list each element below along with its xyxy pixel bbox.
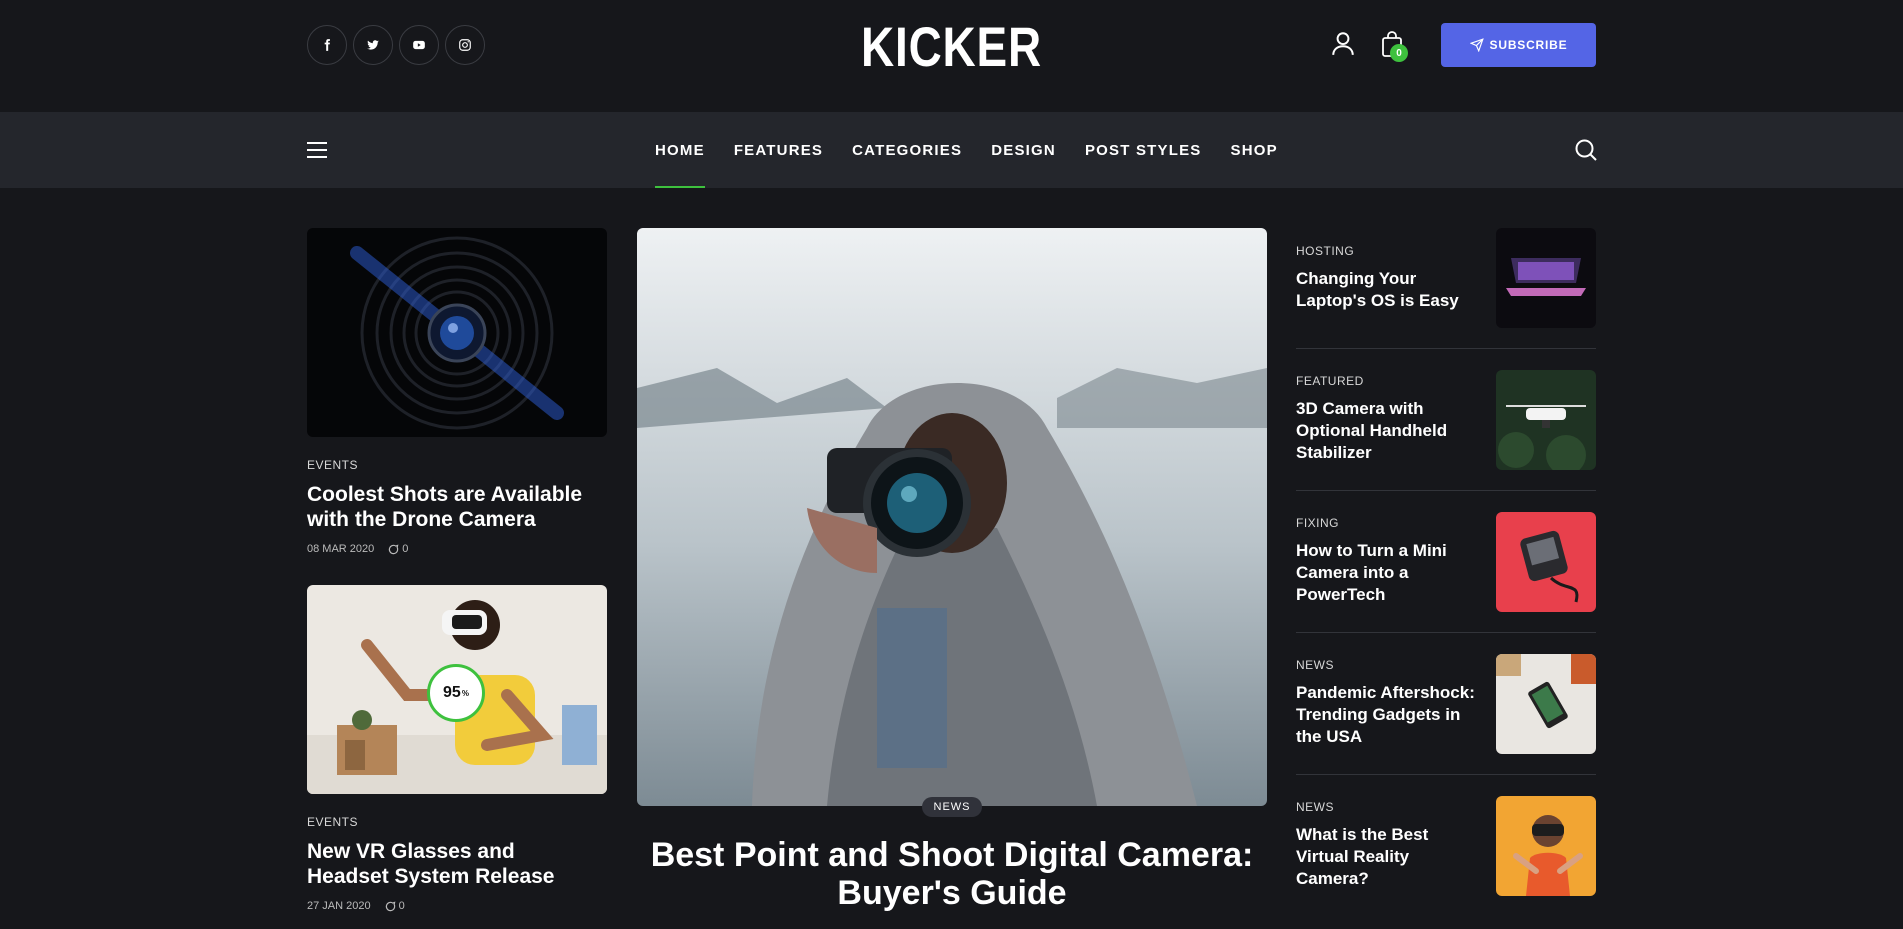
post-category[interactable]: EVENTS — [307, 458, 358, 472]
divider — [1296, 348, 1596, 349]
review-score-value: 95 — [443, 684, 461, 701]
comment-count[interactable]: 0 — [385, 900, 405, 912]
sidebar-post-thumbnail[interactable] — [1496, 796, 1596, 896]
paper-plane-icon — [1469, 38, 1484, 52]
post-meta: 27 JAN 2020 0 — [307, 900, 405, 912]
sidebar-post-title[interactable]: Changing Your Laptop's OS is Easy — [1296, 268, 1481, 312]
main-nav: HOME FEATURES CATEGORIES DESIGN POST STY… — [0, 112, 1903, 188]
nav-item-features[interactable]: FEATURES — [734, 112, 823, 188]
comment-count-value: 0 — [398, 900, 405, 912]
sidebar-post-thumbnail[interactable] — [1496, 654, 1596, 754]
user-icon[interactable] — [1330, 30, 1356, 56]
nav-item-post-styles[interactable]: POST STYLES — [1085, 112, 1202, 188]
post-meta: 08 MAR 2020 0 — [307, 543, 408, 555]
featured-post-image[interactable] — [637, 228, 1267, 806]
post-date: 27 JAN 2020 — [307, 900, 371, 912]
comment-count[interactable]: 0 — [388, 543, 408, 555]
subscribe-button[interactable]: SUBSCRIBE — [1441, 23, 1596, 67]
post-title[interactable]: New VR Glasses and Headset System Releas… — [307, 839, 597, 889]
sidebar-post-title[interactable]: How to Turn a Mini Camera into a PowerTe… — [1296, 540, 1481, 606]
divider — [1296, 632, 1596, 633]
nav-item-home[interactable]: HOME — [655, 112, 705, 188]
nav-menu: HOME FEATURES CATEGORIES DESIGN POST STY… — [655, 112, 1307, 188]
sidebar-post-thumbnail[interactable] — [1496, 228, 1596, 328]
featured-post-title[interactable]: Best Point and Shoot Digital Camera: Buy… — [637, 836, 1267, 912]
post-title[interactable]: Coolest Shots are Available with the Dro… — [307, 482, 597, 532]
cart-count-badge: 0 — [1390, 44, 1408, 62]
comment-icon — [385, 900, 396, 911]
search-icon[interactable] — [1574, 138, 1598, 162]
review-score-badge: 95% — [427, 664, 485, 722]
site-header: KICKER 0 SUBSCRIBE — [0, 0, 1903, 112]
sidebar-post-title[interactable]: Pandemic Aftershock: Trending Gadgets in… — [1296, 682, 1481, 748]
post-date: 08 MAR 2020 — [307, 543, 375, 555]
nav-item-categories[interactable]: CATEGORIES — [852, 112, 962, 188]
sidebar-post-title[interactable]: What is the Best Virtual Reality Camera? — [1296, 824, 1481, 890]
post-category[interactable]: EVENTS — [307, 815, 358, 829]
comment-icon — [389, 543, 399, 554]
sidebar-post-thumbnail[interactable] — [1496, 512, 1596, 612]
post-thumbnail-drone-camera[interactable] — [307, 228, 607, 437]
featured-category-badge[interactable]: NEWS — [922, 797, 982, 817]
subscribe-label: SUBSCRIBE — [1489, 38, 1568, 52]
nav-item-shop[interactable]: SHOP — [1231, 112, 1278, 188]
sidebar-post-thumbnail[interactable] — [1496, 370, 1596, 470]
comment-count-value: 0 — [402, 543, 409, 555]
review-score-unit: % — [461, 688, 469, 698]
divider — [1296, 490, 1596, 491]
nav-item-design[interactable]: DESIGN — [991, 112, 1056, 188]
divider — [1296, 774, 1596, 775]
hamburger-menu-icon[interactable] — [307, 142, 327, 158]
sidebar-post-title[interactable]: 3D Camera with Optional Handheld Stabili… — [1296, 398, 1481, 464]
